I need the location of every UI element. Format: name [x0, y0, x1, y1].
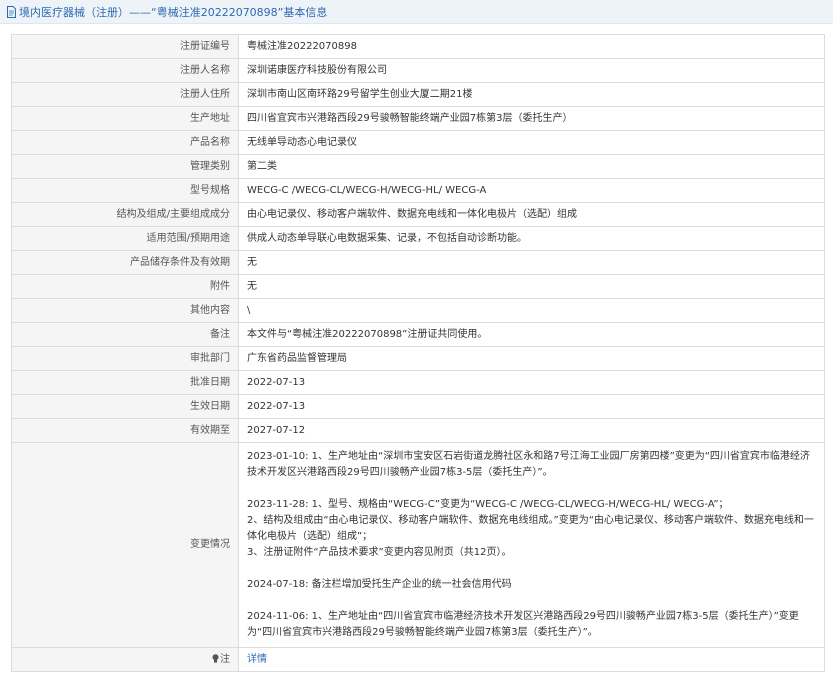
field-label: 附件: [11, 274, 239, 299]
info-table: 注册证编号 粤械注准20222070898 注册人名称 深圳诺康医疗科技股份有限…: [11, 34, 825, 672]
field-label: 型号规格: [11, 178, 239, 203]
table-row: 注册人名称 深圳诺康医疗科技股份有限公司: [11, 58, 825, 83]
field-value: WECG-C /WECG-CL/WECG-H/WECG-HL/ WECG-A: [238, 178, 825, 203]
field-value: 2022-07-13: [238, 370, 825, 395]
field-label: 有效期至: [11, 418, 239, 443]
bulb-icon: [212, 653, 219, 663]
table-row: 附件 无: [11, 274, 825, 299]
field-label: 其他内容: [11, 298, 239, 323]
field-label: 生产地址: [11, 106, 239, 131]
table-row: 适用范围/预期用途 供成人动态单导联心电数据采集、记录，不包括自动诊断功能。: [11, 226, 825, 251]
change-entry: 2023-01-10: 1、生产地址由“深圳市宝安区石岩街道龙腾社区永和路7号江…: [247, 451, 810, 478]
field-value: 第二类: [238, 154, 825, 179]
table-row: 注册人住所 深圳市南山区南环路29号留学生创业大厦二期21楼: [11, 82, 825, 107]
field-label: 注册人名称: [11, 58, 239, 83]
table-row: 型号规格 WECG-C /WECG-CL/WECG-H/WECG-HL/ WEC…: [11, 178, 825, 203]
page-header: 境内医疗器械（注册）——“粤械注准20222070898”基本信息: [0, 0, 833, 24]
changes-row: 变更情况 2023-01-10: 1、生产地址由“深圳市宝安区石岩街道龙腾社区永…: [11, 442, 825, 648]
document-icon: [6, 5, 17, 18]
field-value: 四川省宜宾市兴港路西段29号骏畅智能终端产业园7栋第3层（委托生产）: [238, 106, 825, 131]
field-label: 管理类别: [11, 154, 239, 179]
change-entry: 2024-11-06: 1、生产地址由“四川省宜宾市临港经济技术开发区兴港路西段…: [247, 611, 799, 638]
field-value: 粤械注准20222070898: [238, 34, 825, 59]
table-row: 生产地址 四川省宜宾市兴港路西段29号骏畅智能终端产业园7栋第3层（委托生产）: [11, 106, 825, 131]
field-label: 注册人住所: [11, 82, 239, 107]
page-title: 境内医疗器械（注册）——“粤械注准20222070898”基本信息: [19, 5, 328, 19]
field-label: 批准日期: [11, 370, 239, 395]
change-entry: 2023-11-28: 1、型号、规格由“WECG-C”变更为“WECG-C /…: [247, 499, 814, 558]
details-link[interactable]: 详情: [247, 654, 267, 665]
field-value: \: [238, 298, 825, 323]
field-value: 2022-07-13: [238, 394, 825, 419]
table-row: 生效日期 2022-07-13: [11, 394, 825, 419]
table-row: 审批部门 广东省药品监督管理局: [11, 346, 825, 371]
table-row: 管理类别 第二类: [11, 154, 825, 179]
field-label: 产品储存条件及有效期: [11, 250, 239, 275]
table-row: 备注 本文件与“粤械注准20222070898”注册证共同使用。: [11, 322, 825, 347]
field-value: 无: [238, 274, 825, 299]
field-value: 深圳诺康医疗科技股份有限公司: [238, 58, 825, 83]
field-value: 2027-07-12: [238, 418, 825, 443]
field-value: 广东省药品监督管理局: [238, 346, 825, 371]
field-value: 由心电记录仪、移动客户端软件、数据充电线和一体化电极片（选配）组成: [238, 202, 825, 227]
note-value: 详情: [238, 647, 825, 672]
field-label: 审批部门: [11, 346, 239, 371]
field-label: 产品名称: [11, 130, 239, 155]
table-row: 产品名称 无线单导动态心电记录仪: [11, 130, 825, 155]
table-row: 有效期至 2027-07-12: [11, 418, 825, 443]
field-value: 无线单导动态心电记录仪: [238, 130, 825, 155]
field-label: 生效日期: [11, 394, 239, 419]
change-entry: 2024-07-18: 备注栏增加受托生产企业的统一社会信用代码: [247, 579, 512, 590]
field-value: 无: [238, 250, 825, 275]
field-label: 备注: [11, 322, 239, 347]
changes-content: 2023-01-10: 1、生产地址由“深圳市宝安区石岩街道龙腾社区永和路7号江…: [238, 442, 825, 648]
note-label-cell: 注: [11, 647, 239, 672]
changes-label: 变更情况: [11, 442, 239, 648]
field-value: 本文件与“粤械注准20222070898”注册证共同使用。: [238, 322, 825, 347]
field-label: 适用范围/预期用途: [11, 226, 239, 251]
note-label: 注: [220, 653, 230, 665]
table-row: 产品储存条件及有效期 无: [11, 250, 825, 275]
field-value: 供成人动态单导联心电数据采集、记录，不包括自动诊断功能。: [238, 226, 825, 251]
field-value: 深圳市南山区南环路29号留学生创业大厦二期21楼: [238, 82, 825, 107]
table-row: 注册证编号 粤械注准20222070898: [11, 34, 825, 59]
note-row: 注 详情: [11, 647, 825, 672]
field-label: 注册证编号: [11, 34, 239, 59]
table-row: 结构及组成/主要组成成分 由心电记录仪、移动客户端软件、数据充电线和一体化电极片…: [11, 202, 825, 227]
field-label: 结构及组成/主要组成成分: [11, 202, 239, 227]
table-row: 其他内容 \: [11, 298, 825, 323]
table-row: 批准日期 2022-07-13: [11, 370, 825, 395]
